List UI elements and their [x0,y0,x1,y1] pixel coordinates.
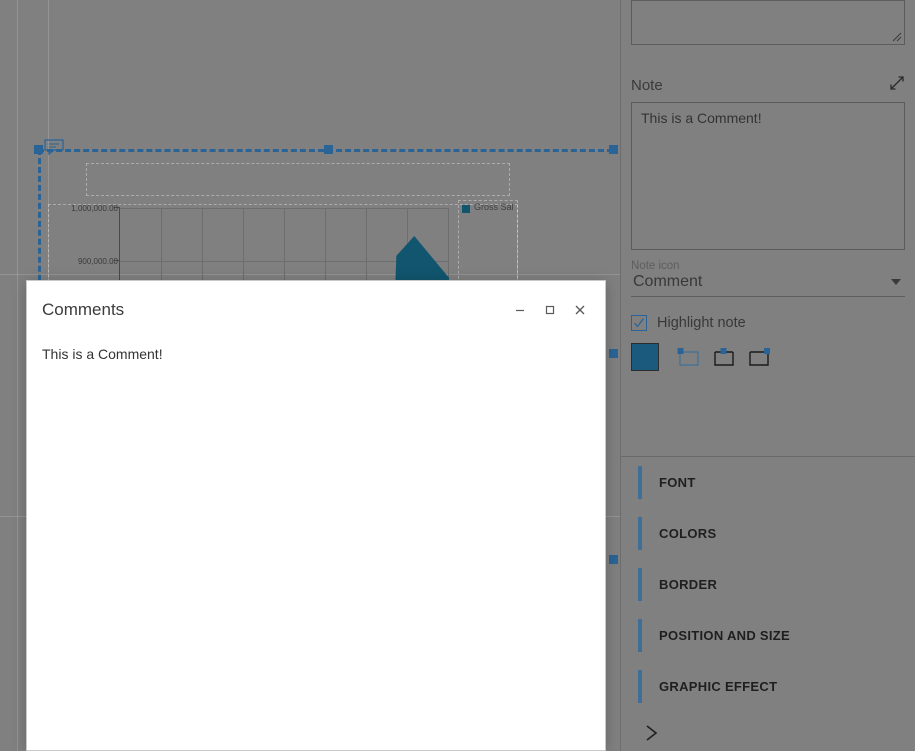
note-icon-dropdown[interactable]: Comment [631,272,905,297]
sidebar-section-position-and-size[interactable]: POSITION AND SIZE [621,610,915,661]
note-header: Note [621,75,915,96]
note-label: Note [631,77,663,94]
properties-sidebar[interactable]: Note This is a Comment! Note icon Commen… [620,0,915,751]
sidebar-section-label: POSITION AND SIZE [659,628,791,643]
chevron-right-icon[interactable] [642,722,662,744]
text-content-textarea[interactable] [631,0,905,45]
highlight-note-checkbox[interactable] [631,315,647,331]
highlight-note-label: Highlight note [657,315,746,331]
sidebar-section-label: GRAPHIC EFFECT [659,679,778,694]
application-window: 1,000,000.00 900,000.00 800,000.00 Gross… [0,0,915,751]
comments-dialog[interactable]: Comments This is a Comment! [26,280,606,751]
sidebar-section-label: COLORS [659,526,717,541]
sidebar-section-colors[interactable]: COLORS [621,508,915,559]
chevron-down-icon [891,279,901,285]
comment-bubble-icon[interactable] [43,139,65,156]
section-accent-bar [638,619,642,652]
highlight-style-black-top[interactable] [709,344,739,370]
note-icon-value: Comment [633,273,703,290]
highlight-color-swatch[interactable] [631,343,659,371]
resize-handle-top-right[interactable] [609,145,618,154]
highlight-style-black-corner[interactable] [744,344,774,370]
minimize-icon [516,309,524,311]
checkmark-icon [634,318,645,328]
sidebar-section-border[interactable]: BORDER [621,559,915,610]
highlight-note-row[interactable]: Highlight note [631,315,905,331]
expand-diagonal-icon[interactable] [889,75,905,96]
dialog-body[interactable]: This is a Comment! [27,338,605,750]
sidebar-section-label: FONT [659,475,696,490]
section-accent-bar [638,517,642,550]
dialog-title: Comments [42,299,125,319]
sidebar-section-graphic-effect[interactable]: GRAPHIC EFFECT [621,661,915,712]
sidebar-section-font[interactable]: FONT [621,457,915,508]
close-icon [575,305,585,314]
highlight-style-outline-blue[interactable] [674,344,704,370]
section-accent-bar [638,568,642,601]
resize-handle-top-left[interactable] [34,145,43,154]
section-accent-bar [638,670,642,703]
dialog-titlebar[interactable]: Comments [27,281,605,338]
resize-handle-bottom-right[interactable] [609,555,618,564]
page-gridline [17,0,18,751]
minimize-button[interactable] [505,295,535,325]
note-value: This is a Comment! [641,110,762,126]
resize-handle-top-center[interactable] [324,145,333,154]
maximize-button[interactable] [535,295,565,325]
note-textarea[interactable]: This is a Comment! [631,102,905,250]
highlight-style-options [631,343,905,371]
note-icon-label: Note icon [631,260,680,272]
resize-grip-icon [892,32,902,42]
maximize-icon [545,305,555,314]
note-icon-section: Note icon Comment [631,260,905,297]
sidebar-section-label: BORDER [659,577,718,592]
close-button[interactable] [565,295,595,325]
section-accent-bar [638,466,642,499]
resize-handle-middle-right[interactable] [609,349,618,358]
comment-text: This is a Comment! [42,346,163,362]
